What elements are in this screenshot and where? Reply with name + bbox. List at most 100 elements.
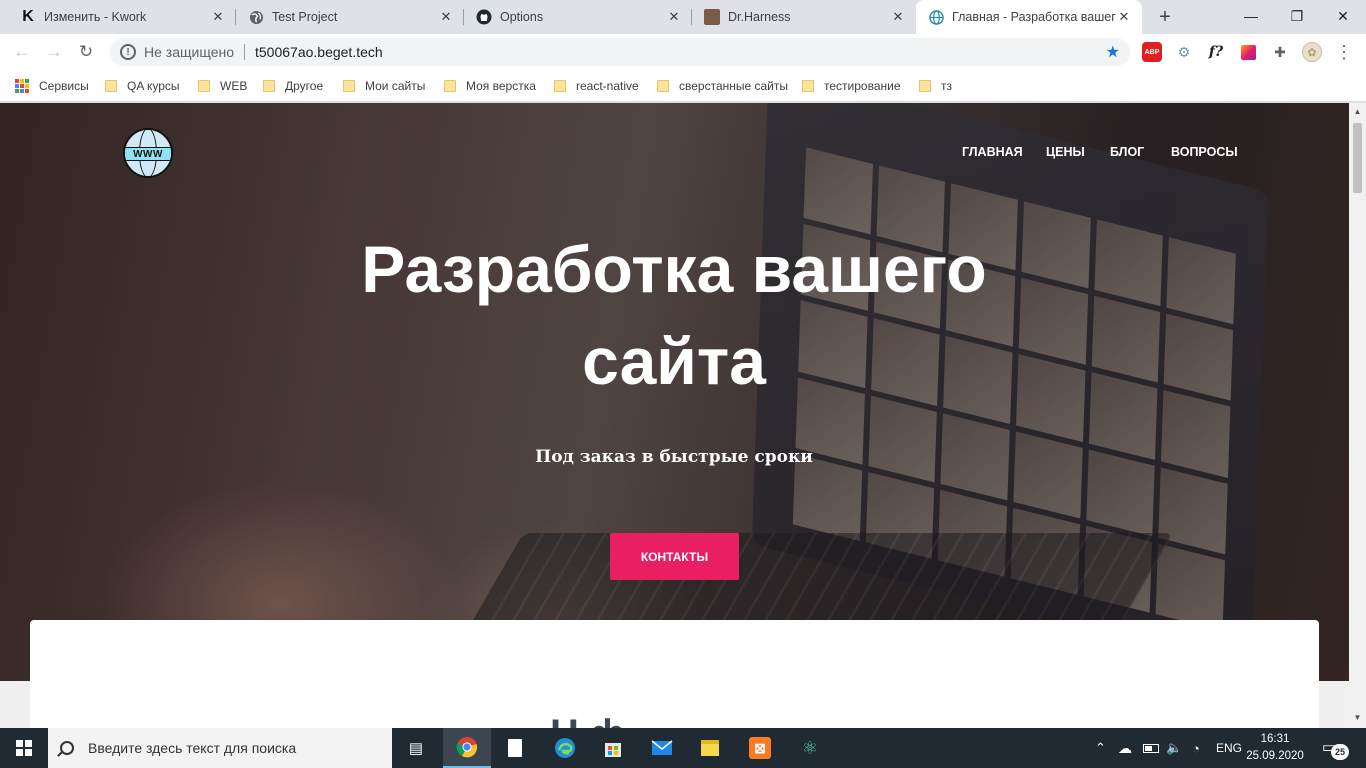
profile-avatar[interactable]: ✿ (1301, 41, 1323, 63)
bookmark-my-sites[interactable]: Мои сайты (343, 77, 425, 95)
bookmark-tz[interactable]: тз (919, 77, 952, 95)
close-window-button[interactable]: ✕ (1320, 0, 1366, 32)
task-view-icon[interactable]: ▤ (392, 728, 440, 768)
chrome-menu-icon[interactable]: ⋮ (1333, 41, 1355, 63)
security-label[interactable]: Не защищено (144, 44, 234, 60)
warning-icon[interactable]: ! (120, 44, 136, 60)
adblock-extension-icon[interactable]: ABP (1141, 41, 1163, 63)
windows-taskbar: Введите здесь текст для поиска ▤ ⊠ ⚛ ⌃ ☁… (0, 728, 1366, 768)
bookmark-web[interactable]: WEB (198, 77, 247, 95)
scroll-up-icon[interactable]: ▲ (1353, 107, 1362, 117)
mail-icon[interactable] (638, 728, 686, 768)
tab-kwork[interactable]: K Изменить - Kwork ✕ (8, 0, 236, 34)
folder-icon (343, 80, 355, 92)
bookmark-services[interactable]: Сервисы (15, 77, 89, 95)
close-icon[interactable]: ✕ (890, 9, 906, 25)
hero-section: WWW ГЛАВНАЯ ЦЕНЫ БЛОГ ВОПРОСЫ Разработка… (0, 103, 1349, 683)
bookmark-label: сверстанные сайты (679, 79, 789, 93)
edge-icon[interactable] (541, 728, 589, 768)
reload-button[interactable]: ↻ (74, 40, 98, 64)
bookmark-star-icon[interactable]: ★ (1106, 42, 1120, 62)
close-icon[interactable]: ✕ (210, 9, 226, 25)
search-icon (60, 741, 74, 755)
file-icon[interactable] (491, 728, 539, 768)
new-tab-button[interactable]: + (1153, 5, 1177, 29)
contacts-button[interactable]: КОНТАКТЫ (610, 533, 739, 580)
search-placeholder: Введите здесь текст для поиска (88, 740, 297, 756)
logo-text: WWW (125, 147, 171, 161)
folder-icon (263, 80, 275, 92)
puzzle-extensions-icon[interactable]: ✚ (1269, 41, 1291, 63)
folder-icon (444, 80, 456, 92)
folder-icon (802, 80, 814, 92)
action-center-button[interactable]: ▭ 25 (1322, 738, 1349, 760)
restore-button[interactable]: ❐ (1274, 0, 1320, 32)
address-bar[interactable]: ! Не защищено t50067ao.beget.tech ★ (110, 38, 1130, 66)
bookmark-testing[interactable]: тестирование (802, 77, 901, 95)
apps-grid-icon (15, 79, 29, 93)
wifi-icon[interactable]: ◔ (1192, 728, 1200, 768)
close-icon[interactable]: ✕ (1116, 9, 1132, 25)
close-icon[interactable]: ✕ (438, 9, 454, 25)
close-icon[interactable]: ✕ (666, 9, 682, 25)
tab-title: Главная - Разработка вашего (952, 10, 1116, 24)
bookmark-react-native[interactable]: react-native (554, 77, 639, 95)
tab-options[interactable]: Options ✕ (464, 0, 692, 34)
bookmark-label: Мои сайты (365, 79, 426, 93)
atom-icon[interactable]: ⚛ (786, 728, 834, 768)
back-button[interactable]: ← (10, 40, 34, 64)
section-heading: Н ф (550, 712, 625, 728)
tab-dr-harness[interactable]: Dr.Harness ✕ (692, 0, 916, 34)
sticky-notes-icon[interactable] (686, 728, 734, 768)
color-extension-icon[interactable] (1237, 41, 1259, 63)
hero-title-line1: Разработка вашего (361, 232, 987, 306)
kwork-k-icon: K (22, 8, 34, 25)
chrome-taskbar-icon[interactable] (443, 728, 491, 768)
notification-badge: 25 (1331, 744, 1349, 760)
xampp-icon[interactable]: ⊠ (736, 728, 784, 768)
web-page: WWW ГЛАВНАЯ ЦЕНЫ БЛОГ ВОПРОСЫ Разработка… (0, 103, 1349, 728)
minimize-button[interactable]: — (1228, 0, 1274, 32)
battery-icon[interactable] (1143, 728, 1159, 768)
bookmark-label: тестирование (824, 79, 901, 93)
system-clock[interactable]: 16:31 25.09.2020 (1245, 731, 1305, 765)
bookmark-label: QA курсы (127, 79, 180, 93)
tab-title: Test Project (272, 10, 338, 24)
bookmark-finished-sites[interactable]: сверстанные сайты (657, 77, 788, 95)
scrollbar-thumb[interactable] (1353, 123, 1362, 193)
language-indicator[interactable]: ENG (1216, 728, 1242, 768)
github-icon (476, 9, 492, 25)
nav-faq[interactable]: ВОПРОСЫ (1171, 145, 1238, 159)
tray-chevron-icon[interactable]: ⌃ (1095, 728, 1106, 768)
nav-blog[interactable]: БЛОГ (1110, 145, 1144, 159)
taskbar-search[interactable]: Введите здесь текст для поиска (48, 728, 392, 768)
browser-toolbar: ← → ↻ ! Не защищено t50067ao.beget.tech … (0, 34, 1366, 70)
start-button[interactable] (0, 728, 48, 768)
site-logo[interactable]: WWW (123, 128, 173, 178)
onedrive-cloud-icon[interactable]: ☁ (1118, 728, 1132, 768)
folder-icon (105, 80, 117, 92)
bookmark-label: Моя верстка (466, 79, 536, 93)
gear-extension-icon[interactable]: ⚙ (1173, 41, 1195, 63)
nav-prices[interactable]: ЦЕНЫ (1046, 145, 1085, 159)
font-finder-extension-icon[interactable]: f? (1205, 41, 1227, 63)
bookmark-qa-courses[interactable]: QA курсы (105, 77, 180, 95)
folder-icon (919, 80, 931, 92)
tab-strip: K Изменить - Kwork ✕ Test Project ✕ Opti… (0, 0, 1366, 34)
tab-main-active[interactable]: Главная - Разработка вашего ✕ (916, 0, 1142, 34)
url-text[interactable]: t50067ao.beget.tech (255, 44, 383, 60)
forward-button[interactable]: → (42, 40, 66, 64)
scroll-down-icon[interactable]: ▼ (1353, 713, 1362, 723)
store-icon[interactable] (589, 728, 637, 768)
bookmarks-bar: Сервисы QA курсы WEB Другое Мои сайты Мо… (0, 70, 1366, 102)
page-scrollbar[interactable]: ▲ ▼ (1349, 103, 1366, 728)
tab-test-project[interactable]: Test Project ✕ (236, 0, 464, 34)
nav-home[interactable]: ГЛАВНАЯ (962, 145, 1023, 159)
bookmark-label: Сервисы (39, 79, 89, 93)
clock-time: 16:31 (1260, 733, 1290, 745)
bookmark-my-layout[interactable]: Моя верстка (444, 77, 536, 95)
chrome-logo-icon (456, 737, 478, 758)
bookmark-other[interactable]: Другое (263, 77, 323, 95)
clock-date: 25.09.2020 (1246, 750, 1304, 762)
volume-icon[interactable]: 🔈 (1166, 728, 1182, 768)
